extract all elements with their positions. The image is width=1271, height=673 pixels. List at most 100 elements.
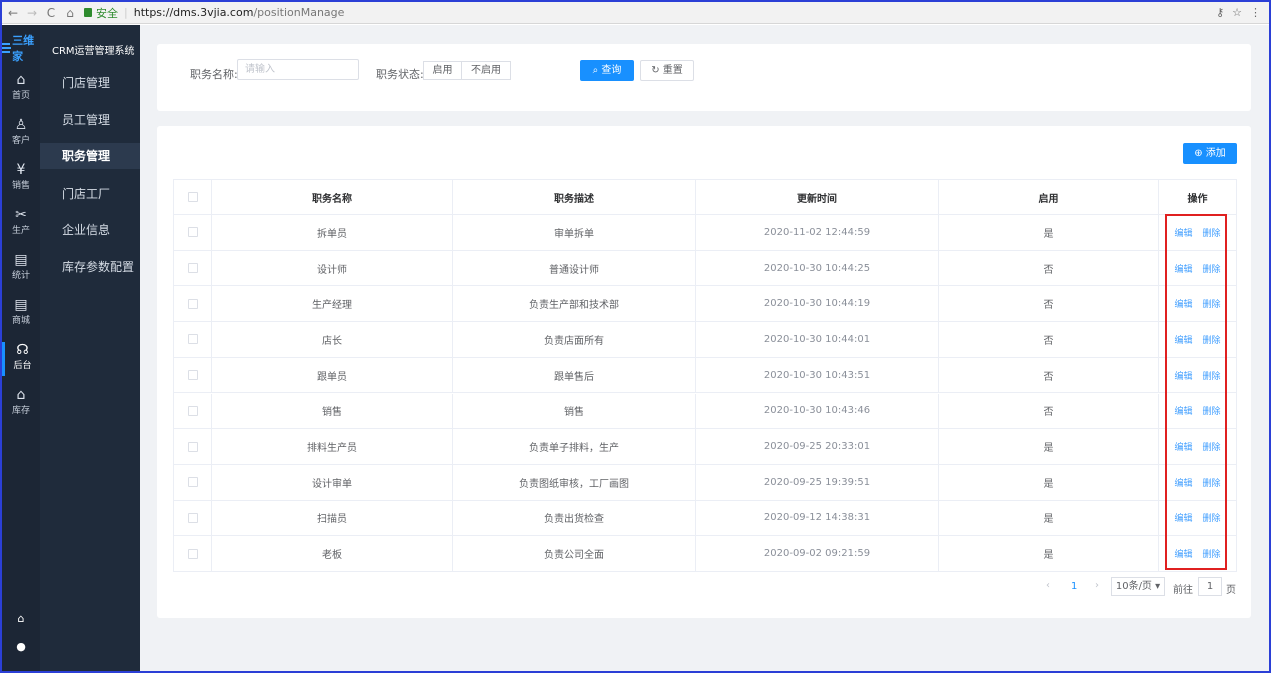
edit-link[interactable]: 编辑 [1174, 440, 1192, 453]
delete-link[interactable]: 删除 [1203, 476, 1221, 489]
row-checkbox[interactable] [187, 334, 198, 345]
cell-update-time: 2020-10-30 10:44:19 [696, 286, 939, 322]
row-checkbox[interactable] [187, 512, 198, 523]
rail-item-stats[interactable]: ▤ 统计 [2, 252, 40, 286]
row-checkbox[interactable] [187, 548, 198, 559]
goto-page-input[interactable]: 1 [1198, 577, 1222, 596]
back-icon[interactable]: ← [5, 5, 21, 21]
cell-enabled: 是 [939, 464, 1159, 500]
next-page-icon[interactable]: › [1095, 580, 1099, 591]
app-logo: 三维家 [2, 34, 42, 63]
table-row: 扫描员 负责出货检查 2020-09-12 14:38:31 是 编辑 删除 [174, 500, 1236, 537]
status-enabled-option[interactable]: 启用 [423, 61, 462, 80]
position-name-input[interactable]: 请输入 [237, 59, 359, 80]
cell-position-desc: 跟单售后 [453, 357, 696, 393]
header-position-desc: 职务描述 [453, 180, 696, 214]
submenu-position-manage[interactable]: 职务管理 [40, 143, 140, 169]
search-button[interactable]: ⌕ 查询 [580, 60, 634, 81]
goto-label: 前往 [1173, 585, 1193, 596]
edit-link[interactable]: 编辑 [1174, 262, 1192, 275]
warehouse-icon: ⌂ [16, 387, 26, 403]
rail-item-customer[interactable]: ♙ 客户 [2, 117, 40, 151]
rail-item-sales[interactable]: ¥ 销售 [2, 162, 40, 196]
address-bar[interactable]: 安全 | https://dms.3vjia.com/positionManag… [84, 4, 1216, 22]
bell-icon[interactable]: ⌂ [2, 612, 40, 625]
rail-item-production[interactable]: ✂ 生产 [2, 207, 40, 241]
row-checkbox[interactable] [187, 405, 198, 416]
delete-link[interactable]: 删除 [1203, 226, 1221, 239]
edit-link[interactable]: 编辑 [1174, 476, 1192, 489]
row-checkbox[interactable] [187, 477, 198, 488]
cell-position-name: 店长 [212, 322, 453, 357]
add-button[interactable]: ⊕ 添加 [1183, 143, 1237, 164]
submenu-stock-config[interactable]: 库存参数配置 [40, 254, 140, 280]
cell-update-time: 2020-10-30 10:44:25 [696, 250, 939, 286]
secure-label: 安全 [96, 6, 118, 20]
delete-link[interactable]: 删除 [1203, 297, 1221, 310]
header-enabled: 启用 [939, 180, 1159, 214]
forward-icon[interactable]: → [24, 5, 40, 21]
submenu-store-manage[interactable]: 门店管理 [40, 70, 140, 96]
edit-link[interactable]: 编辑 [1174, 511, 1192, 524]
cell-update-time: 2020-09-25 20:33:01 [696, 429, 939, 464]
reload-icon[interactable]: C [43, 5, 59, 21]
header-position-name: 职务名称 [212, 180, 453, 214]
cell-enabled: 否 [939, 357, 1159, 393]
cell-update-time: 2020-11-02 12:44:59 [696, 215, 939, 250]
cell-enabled: 是 [939, 429, 1159, 464]
page-number[interactable]: 1 [1071, 581, 1077, 592]
delete-link[interactable]: 删除 [1203, 369, 1221, 382]
edit-link[interactable]: 编辑 [1174, 333, 1192, 346]
edit-link[interactable]: 编辑 [1174, 369, 1192, 382]
prev-page-icon[interactable]: ‹ [1046, 580, 1050, 591]
delete-link[interactable]: 删除 [1203, 333, 1221, 346]
delete-link[interactable]: 删除 [1203, 440, 1221, 453]
edit-link[interactable]: 编辑 [1174, 404, 1192, 417]
cell-position-name: 跟单员 [212, 357, 453, 393]
submenu-company-info[interactable]: 企业信息 [40, 217, 140, 243]
rail-item-backend[interactable]: ☊ 后台 [2, 342, 40, 376]
plus-circle-icon: ⊕ [1194, 148, 1206, 159]
reset-button[interactable]: ↻ 重置 [640, 60, 694, 81]
delete-link[interactable]: 删除 [1203, 511, 1221, 524]
delete-link[interactable]: 删除 [1203, 547, 1221, 560]
delete-link[interactable]: 删除 [1203, 262, 1221, 275]
row-checkbox[interactable] [187, 370, 198, 381]
delete-link[interactable]: 删除 [1203, 404, 1221, 417]
status-disabled-option[interactable]: 不启用 [461, 61, 511, 80]
row-checkbox[interactable] [187, 441, 198, 452]
cell-enabled: 否 [939, 393, 1159, 429]
cell-position-name: 销售 [212, 393, 453, 429]
submenu-store-factory[interactable]: 门店工厂 [40, 181, 140, 207]
submenu-staff-manage[interactable]: 员工管理 [40, 107, 140, 133]
rail-item-warehouse[interactable]: ⌂ 库存 [2, 387, 40, 421]
rail-item-mall[interactable]: ▤ 商城 [2, 297, 40, 331]
rail-item-home[interactable]: ⌂ 首页 [2, 72, 40, 106]
cell-position-name: 拆单员 [212, 215, 453, 250]
star-icon[interactable]: ☆ [1232, 6, 1242, 19]
cell-position-desc: 负责单子排料，生产 [453, 429, 696, 464]
menu-dots-icon[interactable]: ⋮ [1250, 6, 1261, 19]
select-all-checkbox[interactable] [187, 192, 198, 202]
cell-position-name: 生产经理 [212, 286, 453, 322]
home-browser-icon[interactable]: ⌂ [62, 5, 78, 21]
cell-position-desc: 负责公司全面 [453, 536, 696, 571]
cell-update-time: 2020-09-25 19:39:51 [696, 464, 939, 500]
lock-icon [84, 8, 92, 17]
edit-link[interactable]: 编辑 [1174, 547, 1192, 560]
page-size-select[interactable]: 10条/页 ▾ [1111, 577, 1165, 596]
refresh-icon: ↻ [651, 65, 663, 76]
edit-link[interactable]: 编辑 [1174, 297, 1192, 310]
row-checkbox[interactable] [187, 227, 198, 238]
cell-update-time: 2020-10-30 10:43:46 [696, 393, 939, 429]
cell-update-time: 2020-09-02 09:21:59 [696, 536, 939, 571]
row-checkbox[interactable] [187, 263, 198, 274]
table-row: 跟单员 跟单售后 2020-10-30 10:43:51 否 编辑 删除 [174, 357, 1236, 394]
row-checkbox[interactable] [187, 298, 198, 309]
browser-toolbar: ← → C ⌂ 安全 | https://dms.3vjia.com/posit… [2, 2, 1269, 24]
cell-update-time: 2020-10-30 10:44:01 [696, 322, 939, 357]
key-icon[interactable]: ⚷ [1216, 6, 1224, 19]
position-status-label: 职务状态: [376, 68, 424, 81]
edit-link[interactable]: 编辑 [1174, 226, 1192, 239]
user-avatar-icon[interactable]: ● [2, 640, 40, 653]
